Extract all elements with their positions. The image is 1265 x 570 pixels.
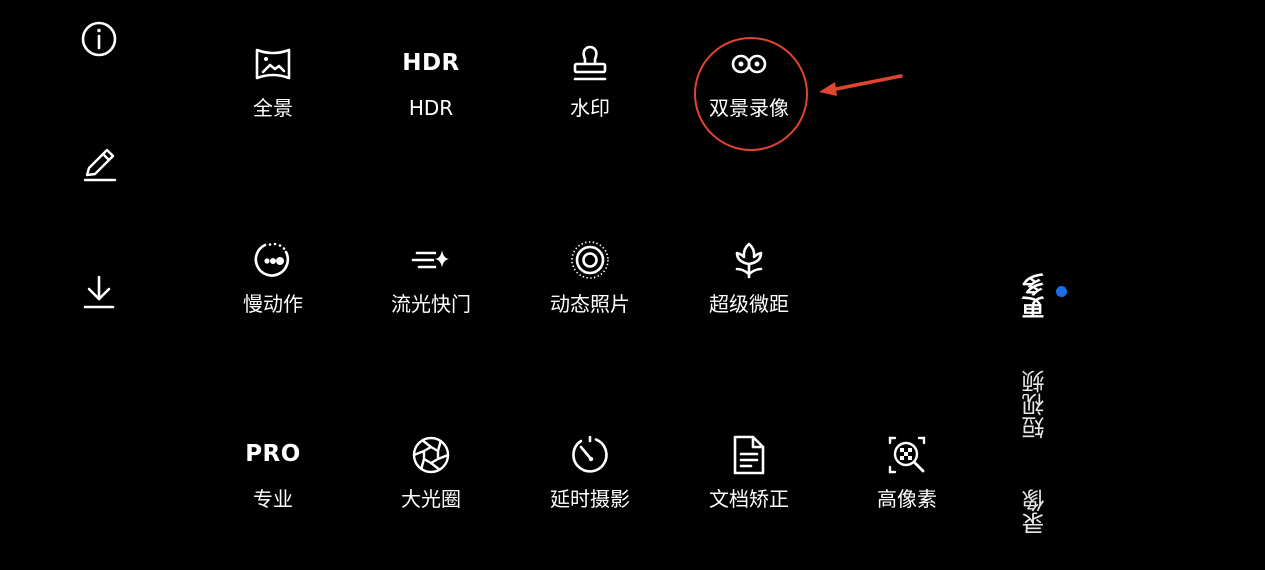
dual-view-video-icon xyxy=(729,44,769,84)
mode-high-resolution[interactable]: 高像素 xyxy=(847,435,967,545)
light-painting-icon xyxy=(411,240,451,280)
mode-dual-view-video[interactable]: 双景录像 xyxy=(689,44,809,154)
download-icon[interactable] xyxy=(79,272,119,312)
mode-wide-aperture[interactable]: 大光圈 xyxy=(371,435,491,545)
mode-time-lapse[interactable]: 延时摄影 xyxy=(530,435,650,545)
left-toolbar xyxy=(0,0,200,570)
info-icon[interactable] xyxy=(79,19,119,59)
mode-label: 大光圈 xyxy=(401,487,461,511)
mode-super-macro[interactable]: 超级微距 xyxy=(689,240,809,350)
mode-moving-picture[interactable]: 动态照片 xyxy=(530,240,650,350)
document-correction-icon xyxy=(729,435,769,475)
hdr-glyph-text: HDR xyxy=(402,50,460,76)
tab-short-video[interactable]: 短视频 xyxy=(1021,365,1051,445)
watermark-stamp-icon xyxy=(570,44,610,84)
panorama-icon xyxy=(253,44,293,84)
annotation-arrow xyxy=(815,70,905,100)
edit-icon[interactable] xyxy=(79,145,119,185)
pro-icon: PRO xyxy=(245,435,300,475)
mode-label: 延时摄影 xyxy=(550,487,630,511)
time-lapse-icon xyxy=(570,435,610,475)
mode-light-painting[interactable]: 流光快门 xyxy=(371,240,491,350)
mode-panorama[interactable]: 全景 xyxy=(213,44,333,154)
mode-slow-motion[interactable]: 慢动作 xyxy=(213,240,333,350)
mode-label: 超级微距 xyxy=(709,292,789,316)
mode-label: 高像素 xyxy=(877,487,937,511)
pro-glyph-text: PRO xyxy=(245,441,301,467)
mode-label: 水印 xyxy=(570,96,610,120)
moving-picture-icon xyxy=(570,240,610,280)
tab-more[interactable]: 更多 xyxy=(1021,265,1051,327)
mode-professional[interactable]: PRO 专业 xyxy=(213,435,333,545)
aperture-icon xyxy=(411,435,451,475)
mode-label: 慢动作 xyxy=(243,292,303,316)
camera-mode-tabs: 更多 短视频 录像 xyxy=(1005,255,1075,555)
mode-label: 双景录像 xyxy=(709,96,789,120)
mode-label: 专业 xyxy=(253,487,293,511)
mode-label: 流光快门 xyxy=(391,292,471,316)
slow-motion-icon xyxy=(253,240,293,280)
mode-watermark[interactable]: 水印 xyxy=(530,44,650,154)
mode-label: HDR xyxy=(408,96,454,120)
mode-document-correction[interactable]: 文档矫正 xyxy=(689,435,809,545)
mode-hdr[interactable]: HDR HDR xyxy=(371,44,491,154)
mode-label: 动态照片 xyxy=(550,292,630,316)
active-tab-indicator xyxy=(1056,286,1067,297)
mode-label: 文档矫正 xyxy=(709,487,789,511)
mode-label: 全景 xyxy=(253,96,293,120)
high-resolution-icon xyxy=(887,435,927,475)
hdr-icon: HDR xyxy=(402,44,459,84)
tab-video[interactable]: 录像 xyxy=(1021,485,1051,540)
super-macro-flower-icon xyxy=(729,240,769,280)
